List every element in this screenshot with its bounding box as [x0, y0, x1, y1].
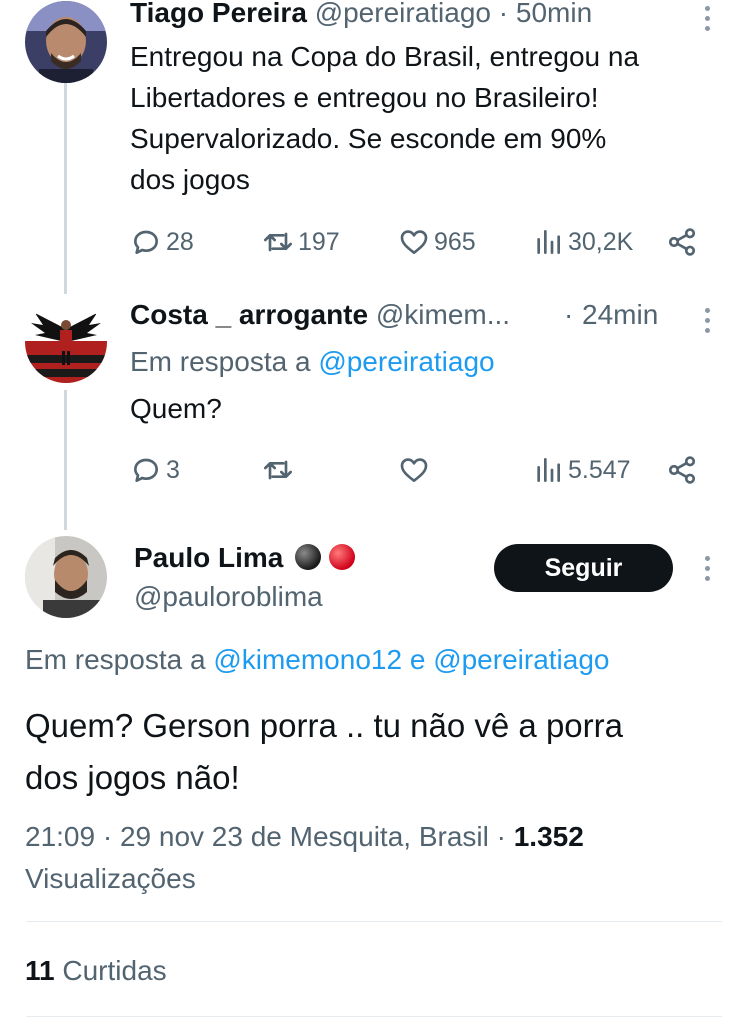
tweet-text: Quem? Gerson porra .. tu não vê a porra …: [25, 707, 623, 796]
reply-prefix: Em resposta a: [25, 644, 206, 675]
mention-link[interactable]: @pereiratiago: [433, 644, 609, 675]
author-handle[interactable]: @pauloroblima: [134, 580, 323, 614]
reply-conjunction: e: [409, 644, 426, 675]
heart-icon: [400, 458, 428, 482]
like-button[interactable]: [398, 450, 434, 490]
views-count: 5.547: [568, 455, 631, 484]
author-handle[interactable]: @kimem...: [376, 299, 510, 330]
thread-connector: [64, 390, 67, 530]
like-count: 965: [434, 227, 476, 256]
tweet-time[interactable]: 50min: [516, 0, 592, 28]
share-button[interactable]: [666, 450, 698, 490]
retweet-icon: [264, 232, 292, 252]
avatar[interactable]: [25, 1, 107, 83]
black-circle-emoji: [295, 544, 322, 570]
likes-number: 11: [25, 955, 55, 986]
tweet-text: Quem?: [130, 393, 222, 424]
tweet-time[interactable]: 24min: [582, 298, 658, 332]
divider: [26, 921, 722, 922]
reply-icon: [134, 230, 158, 254]
share-button[interactable]: [666, 222, 698, 262]
reply-prefix: Em resposta a: [130, 346, 311, 377]
author-name[interactable]: Costa _ arrogante: [130, 299, 368, 330]
analytics-icon: [537, 230, 560, 254]
more-options-icon[interactable]: [704, 308, 710, 336]
follow-button[interactable]: Seguir: [494, 544, 673, 592]
red-circle-emoji: [328, 544, 355, 570]
author-name[interactable]: Tiago Pereira: [130, 0, 307, 28]
reply-icon: [134, 458, 158, 482]
more-options-icon[interactable]: [704, 6, 710, 34]
retweet-button[interactable]: [262, 450, 298, 490]
author-handle[interactable]: @pereiratiago: [315, 0, 491, 28]
views-label: Visualizações: [25, 863, 196, 894]
share-icon: [668, 228, 696, 256]
analytics-icon: [537, 458, 560, 482]
tweet-actions: 3 5.547: [130, 450, 700, 490]
separator: ·: [498, 0, 509, 28]
retweet-count: 197: [298, 227, 340, 256]
reply-count: 28: [166, 227, 194, 256]
tweet-timestamp[interactable]: 21:09 · 29 nov 23 de Mesquita, Brasil ·: [25, 821, 506, 852]
tweet-text: Entregou na Copa do Brasil, entregou na …: [130, 41, 640, 195]
mention-link[interactable]: @pereiratiago: [318, 346, 494, 377]
reply-button[interactable]: 3: [130, 450, 180, 490]
views-button[interactable]: 30,2K: [532, 222, 633, 262]
avatar[interactable]: [25, 536, 107, 618]
reply-count: 3: [166, 455, 180, 484]
retweet-button[interactable]: 197: [262, 222, 340, 262]
more-options-icon[interactable]: [704, 556, 710, 584]
reply-button[interactable]: 28: [130, 222, 194, 262]
views-count: 30,2K: [568, 227, 634, 256]
thread-connector: [64, 82, 67, 294]
mention-link[interactable]: @kimemono12: [213, 644, 402, 675]
share-icon: [668, 456, 696, 484]
views-number: 1.352: [513, 821, 584, 852]
separator: ·: [564, 299, 574, 330]
views-button[interactable]: 5.547: [532, 450, 631, 490]
avatar[interactable]: [25, 301, 107, 383]
likes-summary[interactable]: 11 Curtidas: [25, 954, 167, 988]
heart-icon: [400, 230, 428, 254]
likes-label: Curtidas: [62, 955, 167, 986]
like-button[interactable]: 965: [398, 222, 476, 262]
author-name[interactable]: Paulo Lima: [134, 542, 283, 573]
divider: [26, 1016, 722, 1017]
tweet-actions: 28 197 965 30,2K: [130, 222, 700, 262]
retweet-icon: [264, 460, 292, 480]
